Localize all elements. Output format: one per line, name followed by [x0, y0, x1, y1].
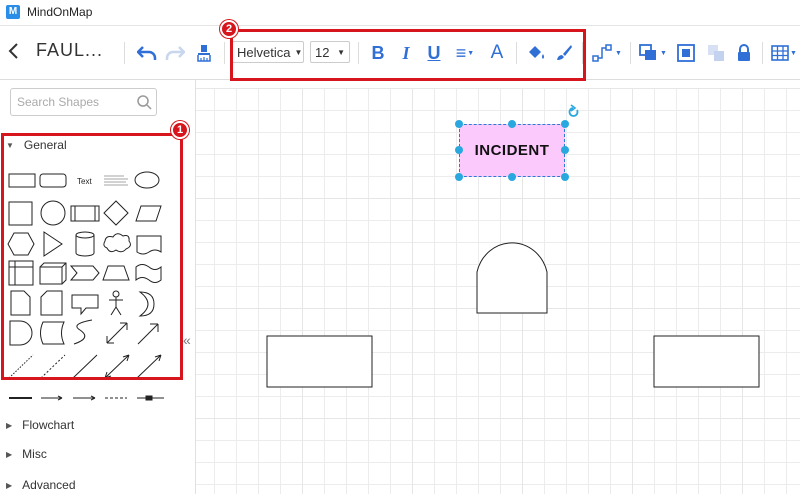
resize-handle-bottom[interactable]	[508, 173, 516, 181]
resize-handle-bottom-left[interactable]	[455, 173, 463, 181]
callout-badge: 1	[171, 121, 189, 139]
resize-handle-top-right[interactable]	[561, 120, 569, 128]
resize-handle-top[interactable]	[508, 120, 516, 128]
resize-handle-left[interactable]	[455, 146, 463, 154]
incident-node[interactable]: INCIDENT	[459, 124, 565, 177]
shape-right-rectangle[interactable]	[653, 335, 760, 388]
resize-handle-right[interactable]	[561, 146, 569, 154]
callout-badge: 2	[220, 20, 238, 38]
incident-label: INCIDENT	[474, 142, 550, 159]
resize-handle-bottom-right[interactable]	[561, 173, 569, 181]
shape-arch[interactable]	[476, 242, 548, 314]
rotate-handle-icon[interactable]	[568, 104, 579, 117]
resize-handle-top-left[interactable]	[455, 120, 463, 128]
shape-left-rectangle[interactable]	[266, 335, 373, 388]
callout-box-text-toolbar	[230, 29, 586, 81]
callout-box-general-shapes	[1, 133, 183, 380]
